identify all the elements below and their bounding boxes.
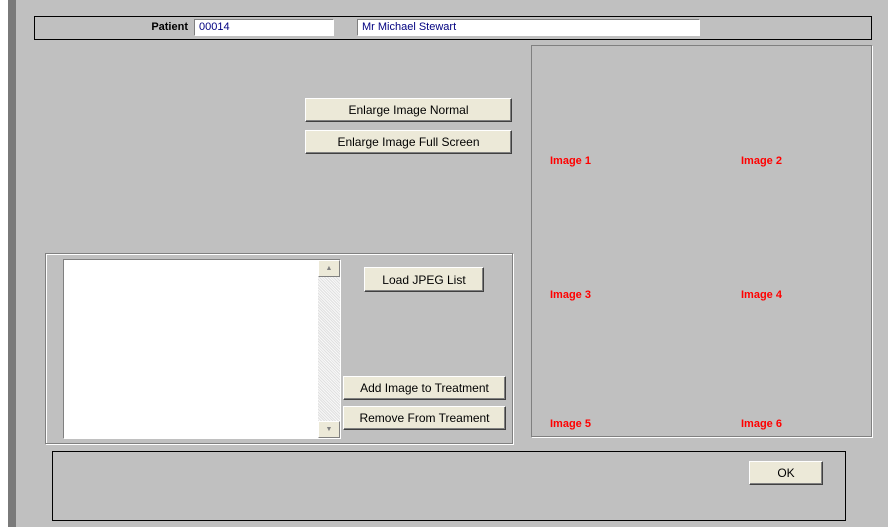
scroll-down-icon[interactable]: ▼ — [318, 421, 340, 438]
image-slot-6[interactable]: Image 6 — [741, 418, 782, 430]
listbox-scrollbar[interactable] — [318, 260, 340, 438]
patient-id-field[interactable]: 00014 — [194, 19, 334, 36]
enlarge-image-full-screen-button[interactable]: Enlarge Image Full Screen — [305, 130, 512, 154]
image-slot-5[interactable]: Image 5 — [550, 418, 591, 430]
patient-name-field[interactable]: Mr Michael Stewart — [357, 19, 700, 36]
patient-label: Patient — [151, 21, 188, 33]
left-border-bar — [8, 0, 16, 527]
jpeg-listbox[interactable] — [63, 259, 341, 439]
window-edge — [0, 0, 8, 527]
image-grid-panel — [531, 45, 872, 437]
scroll-up-icon[interactable]: ▲ — [318, 260, 340, 277]
image-slot-2[interactable]: Image 2 — [741, 155, 782, 167]
add-image-to-treatment-button[interactable]: Add Image to Treatment — [343, 376, 506, 400]
enlarge-image-normal-button[interactable]: Enlarge Image Normal — [305, 98, 512, 122]
image-slot-1[interactable]: Image 1 — [550, 155, 591, 167]
load-jpeg-list-button[interactable]: Load JPEG List — [364, 267, 484, 292]
remove-from-treatment-button[interactable]: Remove From Treament — [343, 406, 506, 430]
bottom-button-frame — [52, 451, 846, 521]
image-slot-3[interactable]: Image 3 — [550, 289, 591, 301]
ok-button[interactable]: OK — [749, 461, 823, 485]
image-slot-4[interactable]: Image 4 — [741, 289, 782, 301]
